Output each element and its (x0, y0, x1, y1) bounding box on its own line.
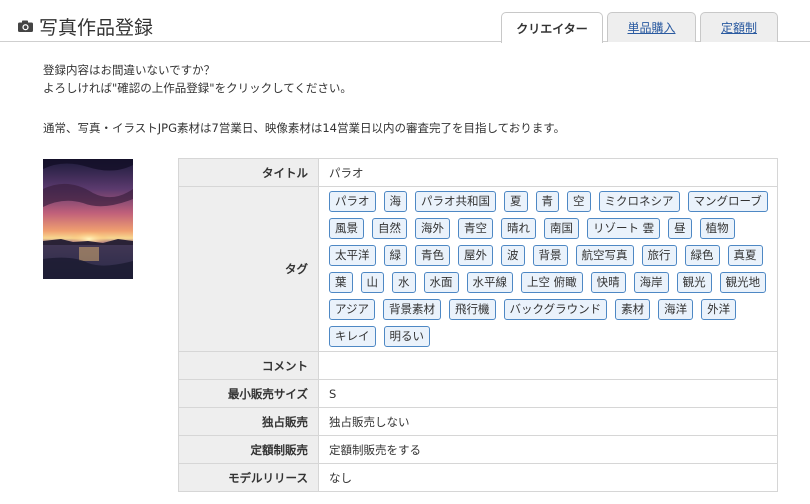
tag-chip[interactable]: 海外 (415, 218, 450, 239)
tag-chip[interactable]: 屋外 (458, 245, 493, 266)
page-header: 写真作品登録 クリエイター 単品購入 定額制 (0, 0, 810, 43)
confirm-instruction: よろしければ"確認の上作品登録"をクリックしてください。 (43, 81, 352, 95)
tag-chip[interactable]: 水面 (423, 272, 459, 293)
tag-chip[interactable]: 南国 (544, 218, 579, 239)
confirm-message: 登録内容はお間違いないですか？ (43, 63, 216, 77)
tag-chip[interactable]: 青色 (415, 245, 450, 266)
flat-rate-row: 定額制販売 定額制販売をする (178, 435, 778, 464)
tag-chip[interactable]: 水平線 (466, 272, 513, 293)
comment-row: コメント (178, 351, 778, 380)
tag-chip[interactable]: 快晴 (590, 272, 626, 293)
tag-chip[interactable]: 昼 (668, 218, 692, 239)
model-release-value: なし (318, 463, 778, 492)
photo-thumbnail (43, 159, 133, 279)
tag-chip[interactable]: マングローブ (687, 191, 768, 212)
tag-chip[interactable]: パラオ共和国 (415, 191, 496, 212)
tag-chip[interactable]: 背景 (532, 245, 568, 266)
tag-chip[interactable]: 晴れ (501, 218, 536, 239)
tag-chip[interactable]: 上空 俯瞰 (521, 272, 583, 293)
tag-chip[interactable]: パラオ (329, 191, 376, 212)
tag-chip[interactable]: リゾート 雲 (587, 218, 661, 239)
camera-icon (18, 20, 33, 32)
title-value: パラオ (318, 158, 778, 187)
exclusive-value: 独占販売しない (318, 407, 778, 436)
tag-chip[interactable]: 風景 (329, 218, 364, 239)
review-notice: 通常、写真・イラストJPG素材は7営業日、映像素材は14営業日以内の審査完了を目… (43, 121, 566, 135)
min-size-label: 最小販売サイズ (178, 379, 319, 408)
tag-chip[interactable]: 観光地 (719, 272, 767, 293)
tag-chip[interactable]: 緑 (383, 245, 407, 266)
tags-row: タグ パラオ海パラオ共和国夏青空ミクロネシア マングローブ 風景 自然 海外 青空 晴れ 南国… (178, 186, 778, 352)
tag-chip[interactable]: 明るい (383, 326, 430, 347)
tag-chip[interactable]: 旅行 (641, 245, 677, 266)
model-release-label: モデルリリース (178, 463, 319, 492)
tag-chip[interactable]: 海岸 (633, 272, 669, 293)
tag-chip[interactable]: 背景素材 (383, 299, 442, 320)
tag-chip[interactable]: 自然 (372, 218, 407, 239)
tags-cell: パラオ海パラオ共和国夏青空ミクロネシア マングローブ 風景 自然 海外 青空 晴れ 南国 リゾー… (318, 186, 778, 352)
tag-chip[interactable]: キレイ (329, 326, 376, 347)
tag-chip[interactable]: 真夏 (727, 245, 763, 266)
tab-flat-rate[interactable]: 定額制 (700, 12, 778, 42)
sunset-photo-image (43, 159, 133, 279)
tag-list: パラオ海パラオ共和国夏青空ミクロネシア マングローブ 風景 自然 海外 青空 晴れ 南国 リゾー… (329, 191, 771, 347)
model-release-row: モデルリリース なし (178, 463, 778, 492)
tag-chip[interactable]: 空 (567, 191, 591, 212)
flat-rate-value: 定額制販売をする (318, 435, 778, 464)
tag-chip[interactable]: アジア (329, 299, 376, 320)
tag-chip[interactable]: 海 (383, 191, 407, 212)
tab-single-purchase[interactable]: 単品購入 (607, 12, 696, 42)
tag-chip[interactable]: バックグラウンド (503, 299, 608, 320)
tag-chip[interactable]: 水 (392, 272, 416, 293)
tag-chip[interactable]: 植物 (699, 218, 735, 239)
min-size-value: S (318, 379, 778, 408)
comment-value (318, 351, 778, 380)
title-row: タイトル パラオ (178, 158, 778, 187)
min-size-row: 最小販売サイズ S (178, 379, 778, 408)
tag-chip[interactable]: 素材 (615, 299, 651, 320)
tag-chip[interactable]: 山 (360, 272, 384, 293)
tag-chip[interactable]: 飛行機 (449, 299, 496, 320)
title-label: タイトル (178, 158, 319, 187)
tag-chip[interactable]: 観光 (676, 272, 712, 293)
page-title: 写真作品登録 (18, 13, 153, 39)
exclusive-label: 独占販売 (178, 407, 319, 436)
tag-chip[interactable]: 外洋 (701, 299, 737, 320)
page-title-text: 写真作品登録 (39, 16, 154, 39)
tags-label: タグ (178, 186, 319, 352)
tag-chip[interactable]: 波 (501, 245, 525, 266)
tag-chip[interactable]: 青空 (458, 218, 493, 239)
artwork-detail-table: タイトル パラオ タグ パラオ海パラオ共和国夏青空ミクロネシア マングローブ 風景自… (178, 158, 778, 492)
tag-chip[interactable]: 葉 (329, 272, 353, 293)
flat-rate-label: 定額制販売 (178, 435, 319, 464)
tab-creator[interactable]: クリエイター (501, 12, 603, 43)
tag-chip[interactable]: 緑色 (684, 245, 720, 266)
tag-chip[interactable]: ミクロネシア (598, 191, 680, 212)
tag-chip[interactable]: 海洋 (658, 299, 694, 320)
tag-chip[interactable]: 航空写真 (575, 245, 634, 266)
tag-chip[interactable]: 夏 (504, 191, 528, 212)
tag-chip[interactable]: 太平洋 (329, 245, 376, 266)
tab-bar: クリエイター 単品購入 定額制 (501, 12, 778, 43)
exclusive-row: 独占販売 独占販売しない (178, 407, 778, 436)
tag-chip[interactable]: 青 (535, 191, 559, 212)
comment-label: コメント (178, 351, 319, 380)
